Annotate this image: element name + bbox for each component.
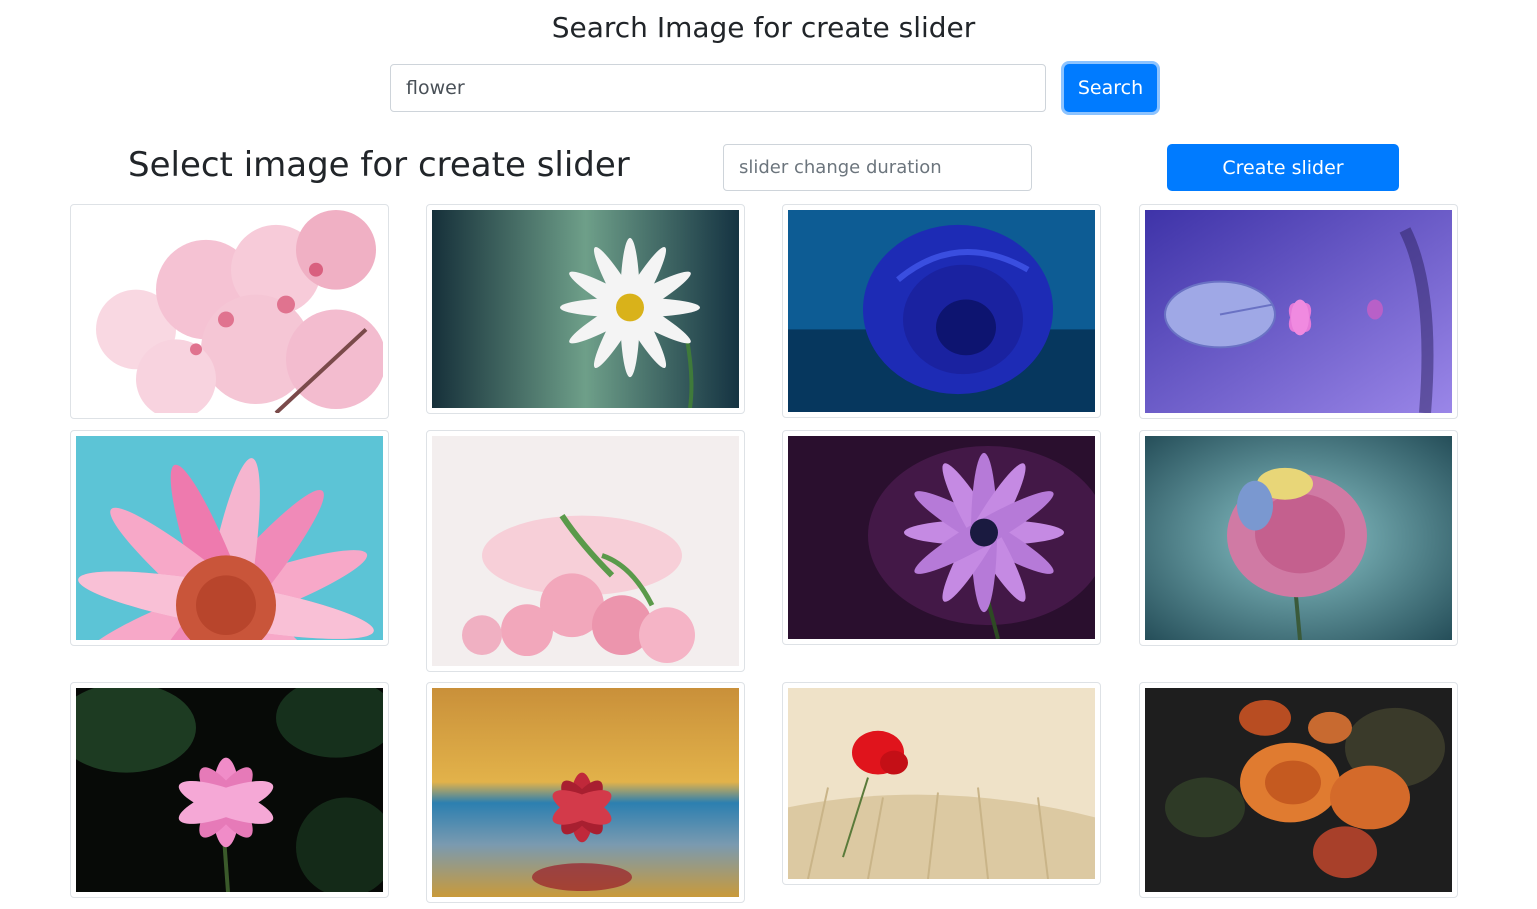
slider-duration-input[interactable] xyxy=(723,144,1032,191)
image-rose-bouquet xyxy=(432,436,739,666)
image-pink-rose-teal xyxy=(1145,436,1452,640)
image-thumbnail[interactable] xyxy=(426,204,745,414)
search-button[interactable]: Search xyxy=(1064,64,1157,112)
image-red-poppy xyxy=(788,688,1095,879)
image-thumbnail[interactable] xyxy=(1139,204,1458,419)
image-thumbnail[interactable] xyxy=(1139,430,1458,646)
image-lotus-purple xyxy=(1145,210,1452,413)
image-thumbnail[interactable] xyxy=(782,430,1101,645)
image-cherry-blossom xyxy=(76,210,383,413)
create-slider-button[interactable]: Create slider xyxy=(1167,144,1399,191)
section-title: Select image for create slider xyxy=(128,145,630,185)
image-blue-rose xyxy=(788,210,1095,412)
image-thumbnail[interactable] xyxy=(782,682,1101,885)
image-purple-daisy xyxy=(788,436,1095,639)
image-thumbnail[interactable] xyxy=(1139,682,1458,898)
image-pink-lotus xyxy=(76,688,383,892)
image-white-daisy xyxy=(432,210,739,408)
search-input[interactable] xyxy=(390,64,1046,112)
image-orange-roses xyxy=(1145,688,1452,892)
image-thumbnail[interactable] xyxy=(426,430,745,672)
image-thumbnail[interactable] xyxy=(70,682,389,898)
image-thumbnail[interactable] xyxy=(426,682,745,903)
image-pink-gerbera xyxy=(76,436,383,640)
image-red-water-lily xyxy=(432,688,739,897)
page: Search Image for create slider Search Se… xyxy=(0,0,1537,909)
image-thumbnail[interactable] xyxy=(782,204,1101,418)
image-thumbnail[interactable] xyxy=(70,204,389,419)
page-title: Search Image for create slider xyxy=(551,11,976,44)
image-thumbnail[interactable] xyxy=(70,430,389,646)
